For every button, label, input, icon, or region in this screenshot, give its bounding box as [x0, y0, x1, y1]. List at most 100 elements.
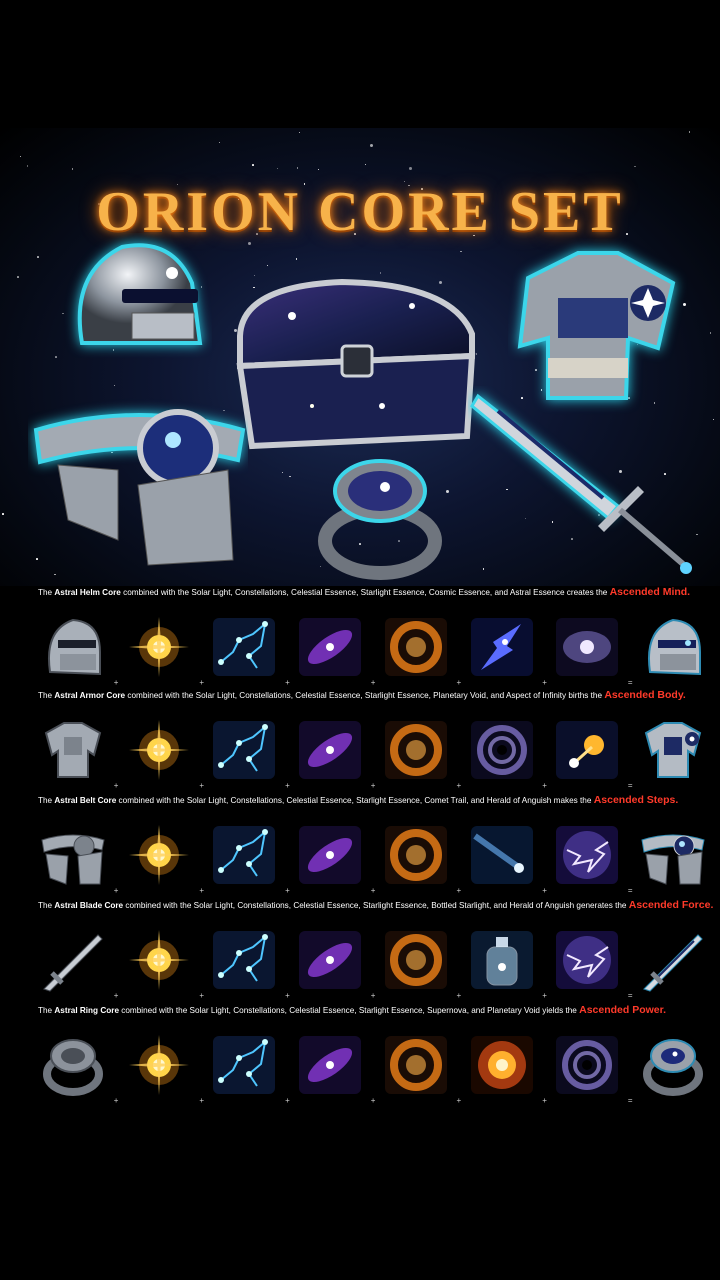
constellations-icon[interactable] [209, 715, 279, 785]
recipe-description: The Astral Ring Core combined with the S… [38, 1004, 718, 1016]
hero-sword-icon[interactable] [468, 386, 698, 586]
plus-sign: + [199, 1096, 205, 1105]
plus-sign: + [285, 1096, 290, 1105]
hero-belt-icon[interactable] [28, 390, 248, 575]
recipe-ring: The Astral Ring Core combined with the S… [0, 1004, 720, 1114]
recipe-blade: The Astral Blade Core combined with the … [0, 899, 720, 1009]
star [295, 258, 298, 260]
plus-sign: + [456, 678, 462, 687]
hero-ring-icon[interactable] [310, 451, 450, 581]
recipe-text: combined with the Solar Light, Constella… [123, 901, 629, 910]
equals-sign: = [627, 678, 633, 687]
constellations-icon[interactable] [209, 820, 279, 890]
supernova-icon[interactable] [467, 1030, 537, 1100]
recipe-ingredient-row: + + + + + + = [38, 925, 708, 1000]
star [26, 165, 29, 167]
star [266, 264, 269, 267]
recipe-core-name: Astral Armor Core [54, 691, 126, 700]
star [298, 131, 301, 134]
starlight-essence-icon[interactable] [381, 820, 451, 890]
armor-icon[interactable] [38, 715, 108, 785]
herald-of-anguish-icon[interactable] [552, 820, 622, 890]
star [634, 165, 636, 168]
starlight-essence-icon[interactable] [381, 1030, 451, 1100]
star [379, 272, 382, 274]
planetary-void-icon[interactable] [552, 1030, 622, 1100]
plus-sign: + [113, 1096, 119, 1105]
star [712, 418, 715, 421]
recipe-belt: The Astral Belt Core combined with the S… [0, 794, 720, 904]
ascended-helm-icon[interactable] [638, 612, 708, 682]
recipe-core-name: Astral Blade Core [54, 901, 124, 910]
star [317, 168, 320, 171]
comet-trail-icon[interactable] [467, 820, 537, 890]
star [2, 513, 4, 515]
ascended-ring-icon[interactable] [638, 1030, 708, 1100]
equals-sign: = [627, 781, 633, 790]
starlight-essence-icon[interactable] [381, 715, 451, 785]
plus-sign: + [542, 1096, 547, 1105]
plus-sign: + [199, 886, 205, 895]
plus-sign: + [199, 678, 205, 687]
plus-sign: + [113, 678, 119, 687]
plus-sign: + [542, 678, 547, 687]
solar-light-icon[interactable] [124, 820, 194, 890]
recipe-result: Ascended Body. [604, 689, 686, 701]
astral-essence-icon[interactable] [552, 612, 622, 682]
bottled-starlight-icon[interactable] [467, 925, 537, 995]
star [460, 250, 462, 253]
recipe-helm: The Astral Helm Core combined with the S… [0, 586, 720, 696]
starlight-essence-icon[interactable] [381, 612, 451, 682]
star [218, 141, 221, 143]
recipe-core-name: Astral Ring Core [54, 1006, 119, 1015]
ascended-blade-icon[interactable] [638, 925, 708, 995]
plus-sign: + [370, 1096, 376, 1105]
solar-light-icon[interactable] [124, 925, 194, 995]
star [688, 131, 691, 133]
star [709, 332, 712, 334]
helm-icon[interactable] [38, 612, 108, 682]
plus-sign: + [199, 991, 205, 1000]
solar-light-icon[interactable] [124, 612, 194, 682]
plus-sign: + [370, 678, 376, 687]
equals-sign: = [627, 1096, 633, 1105]
star [19, 155, 22, 158]
recipe-prefix: The [38, 691, 55, 700]
recipe-description: The Astral Blade Core combined with the … [38, 899, 718, 911]
plus-sign: + [285, 678, 290, 687]
ring-icon[interactable] [38, 1030, 108, 1100]
hero-banner: ORION CORE SET [0, 128, 720, 586]
recipe-result: Ascended Mind. [609, 586, 691, 598]
treasure-chest-icon[interactable] [222, 276, 482, 451]
aspect-of-infinity-icon[interactable] [552, 715, 622, 785]
constellations-icon[interactable] [209, 612, 279, 682]
belt-icon[interactable] [38, 820, 108, 890]
hero-helm-icon[interactable] [62, 233, 212, 358]
plus-sign: + [370, 886, 376, 895]
plus-sign: + [542, 781, 547, 790]
herald-of-anguish-icon[interactable] [552, 925, 622, 995]
star [364, 163, 367, 166]
recipe-description: The Astral Belt Core combined with the S… [38, 794, 718, 806]
recipe-text: combined with the Solar Light, Constella… [119, 1006, 580, 1015]
constellations-icon[interactable] [209, 1030, 279, 1100]
constellations-icon[interactable] [209, 925, 279, 995]
celestial-essence-icon[interactable] [295, 820, 365, 890]
cosmic-essence-icon[interactable] [467, 612, 537, 682]
celestial-essence-icon[interactable] [295, 715, 365, 785]
planetary-void-icon[interactable] [467, 715, 537, 785]
plus-sign: + [370, 781, 376, 790]
celestial-essence-icon[interactable] [295, 612, 365, 682]
equals-sign: = [627, 991, 633, 1000]
celestial-essence-icon[interactable] [295, 925, 365, 995]
solar-light-icon[interactable] [124, 715, 194, 785]
starlight-essence-icon[interactable] [381, 925, 451, 995]
ascended-belt-icon[interactable] [638, 820, 708, 890]
star [71, 168, 74, 170]
solar-light-icon[interactable] [124, 1030, 194, 1100]
recipe-prefix: The [38, 901, 55, 910]
celestial-essence-icon[interactable] [295, 1030, 365, 1100]
star [409, 166, 413, 170]
ascended-armor-icon[interactable] [638, 715, 708, 785]
blade-icon[interactable] [38, 925, 108, 995]
